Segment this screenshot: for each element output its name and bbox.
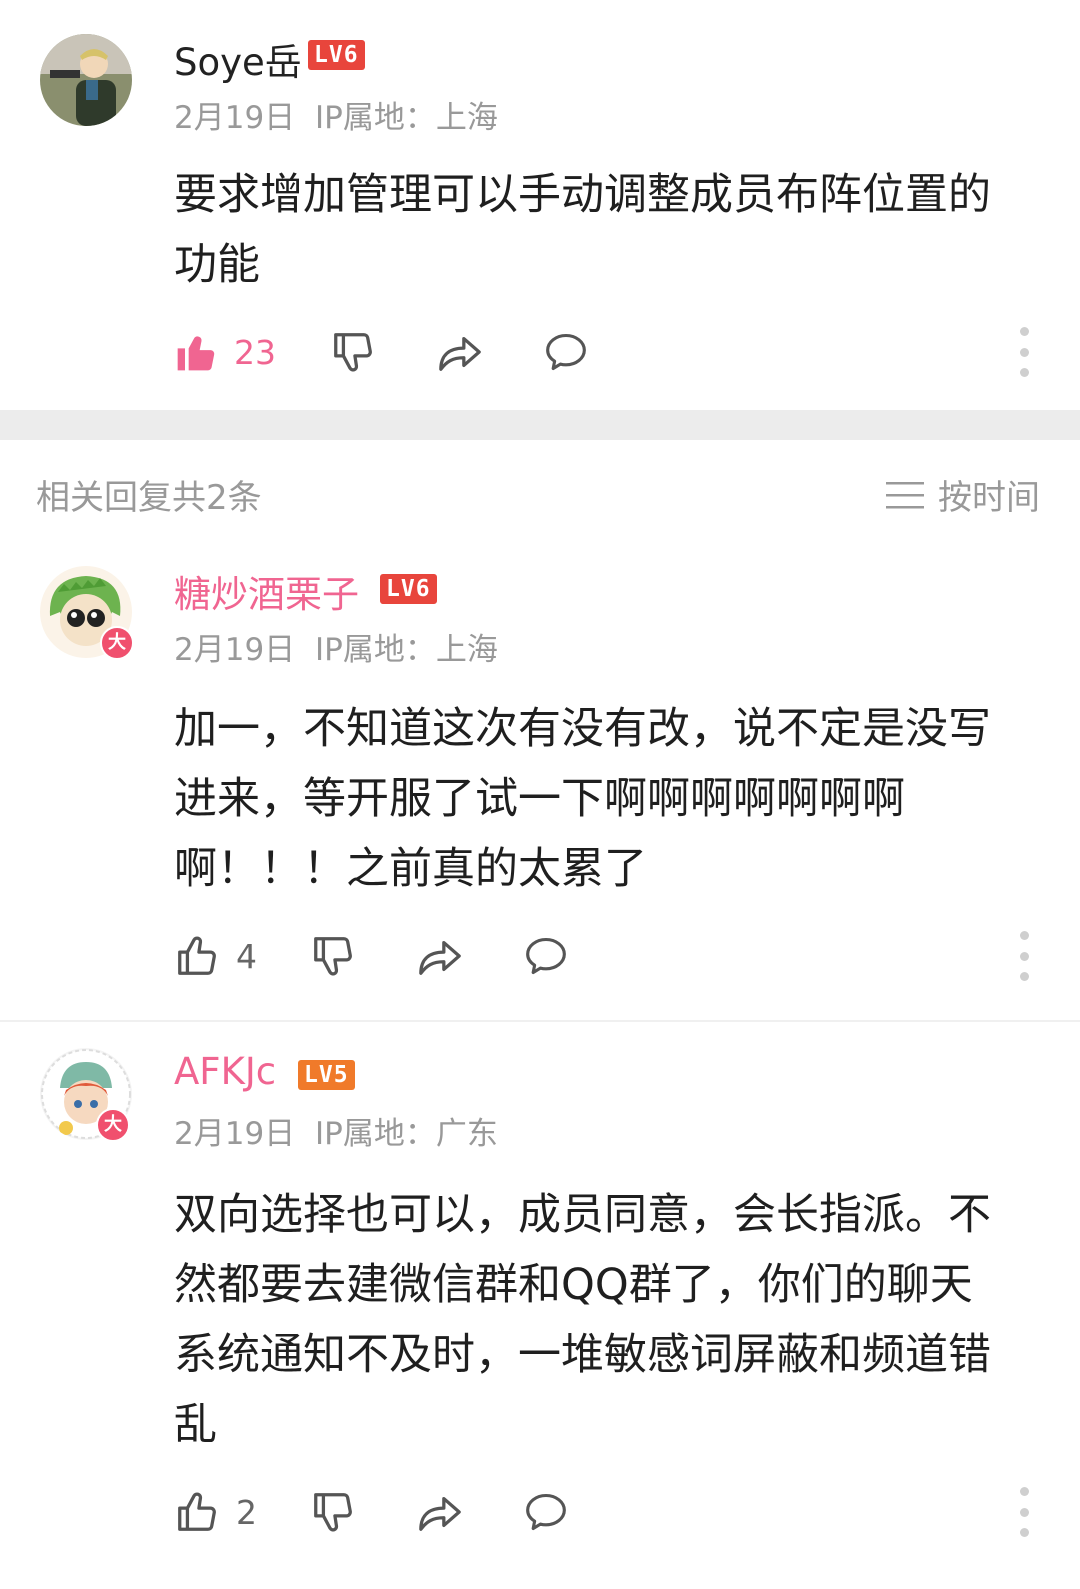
- ip-label: IP属地：: [315, 1116, 436, 1152]
- dislike-button[interactable]: [310, 1482, 356, 1542]
- post-date: 2月19日: [174, 100, 296, 136]
- more-vertical-icon: [1019, 1487, 1029, 1496]
- replies-count: 相关回复共2条: [36, 478, 262, 518]
- post-content: 要求增加管理可以手动调整成员布阵位置的 功能: [174, 160, 1024, 300]
- sort-label: 按时间: [938, 478, 1040, 518]
- reply-content: 加一，不知道这次有没有改，说不定是没写 进来，等开服了试一下啊啊啊啊啊啊啊 啊！…: [174, 694, 1024, 904]
- like-button[interactable]: 4: [174, 926, 257, 986]
- like-button[interactable]: 23: [174, 322, 276, 382]
- level-badge: LV5: [298, 1060, 355, 1090]
- thumbs-up-icon: [177, 336, 215, 371]
- action-bar: 2: [174, 1482, 1034, 1542]
- reply-meta: 2月19日 IP属地：广东: [174, 1108, 498, 1153]
- like-button[interactable]: 2: [174, 1482, 257, 1542]
- username[interactable]: AFKJc: [174, 1050, 276, 1093]
- share-button[interactable]: [416, 926, 464, 986]
- like-count: 2: [236, 1492, 257, 1532]
- ip-location: 广东: [435, 1116, 498, 1152]
- content-line: 乱: [174, 1400, 217, 1450]
- content-line: 进来，等开服了试一下啊啊啊啊啊啊啊: [174, 774, 905, 824]
- reply-date: 2月19日: [174, 632, 296, 668]
- level-badge: LV6: [308, 40, 365, 70]
- dislike-button[interactable]: [310, 926, 356, 986]
- content-line: 双向选择也可以，成员同意，会长指派。不: [174, 1190, 991, 1240]
- post-meta: 2月19日 IP属地：上海: [174, 92, 498, 137]
- more-options-button[interactable]: [1014, 1487, 1034, 1537]
- content-line: 加一，不知道这次有没有改，说不定是没写: [174, 704, 991, 754]
- like-count: 23: [234, 332, 276, 372]
- sort-button[interactable]: 按时间: [886, 470, 1040, 519]
- level-badge: LV6: [380, 574, 437, 604]
- achievement-badge: 大: [100, 626, 134, 660]
- avatar-image: [40, 34, 132, 126]
- dislike-button[interactable]: [330, 322, 376, 382]
- thumbs-up-icon: [178, 1492, 216, 1531]
- content-line: 系统通知不及时，一堆敏感词屏蔽和频道错: [174, 1330, 991, 1380]
- more-options-button[interactable]: [1014, 931, 1034, 981]
- share-button[interactable]: [416, 1482, 464, 1542]
- more-vertical-icon: [1019, 327, 1029, 336]
- avatar[interactable]: [40, 34, 132, 126]
- content-line: 然都要去建微信群和QQ群了，你们的聊天: [174, 1260, 973, 1310]
- content-line: 啊！！！之前真的太累了: [174, 844, 647, 894]
- action-bar: 23: [174, 322, 1034, 382]
- username[interactable]: 糖炒酒栗子: [174, 564, 359, 618]
- reply-date: 2月19日: [174, 1116, 296, 1152]
- thumbs-up-icon: [178, 936, 216, 975]
- more-vertical-icon: [1019, 931, 1029, 940]
- ip-location: 上海: [435, 632, 498, 668]
- comment-button[interactable]: [542, 322, 590, 382]
- reply-meta: 2月19日 IP属地：上海: [174, 624, 498, 669]
- content-line: 要求增加管理可以手动调整成员布阵位置的: [174, 170, 991, 220]
- action-bar: 4: [174, 926, 1034, 986]
- share-button[interactable]: [436, 322, 484, 382]
- comment-button[interactable]: [522, 926, 570, 986]
- ip-label: IP属地：: [315, 632, 436, 668]
- replies-header: 相关回复共2条 按时间: [0, 440, 1080, 540]
- section-divider: [0, 410, 1080, 440]
- share-arrow-icon: [419, 1496, 461, 1531]
- sort-lines-icon: [886, 481, 924, 508]
- ip-label: IP属地：: [315, 100, 436, 136]
- thumbs-down-icon: [314, 937, 352, 976]
- share-arrow-icon: [419, 940, 461, 975]
- content-line: 功能: [174, 240, 260, 290]
- reply-content: 双向选择也可以，成员同意，会长指派。不 然都要去建微信群和QQ群了，你们的聊天 …: [174, 1180, 1024, 1460]
- comment-bubble-icon: [526, 937, 566, 975]
- reply-divider: [0, 1020, 1080, 1022]
- comment-bubble-icon: [546, 333, 586, 371]
- achievement-badge: 大: [96, 1108, 130, 1142]
- thumbs-down-icon: [334, 333, 372, 372]
- ip-location: 上海: [435, 100, 498, 136]
- more-options-button[interactable]: [1014, 327, 1034, 377]
- thumbs-down-icon: [314, 1493, 352, 1532]
- comment-bubble-icon: [526, 1493, 566, 1531]
- username[interactable]: Soye岳: [174, 32, 302, 86]
- share-arrow-icon: [439, 336, 481, 371]
- main-post: Soye岳 LV6 2月19日 IP属地：上海 要求增加管理可以手动调整成员布阵…: [0, 0, 1080, 410]
- like-count: 4: [236, 936, 257, 976]
- comment-button[interactable]: [522, 1482, 570, 1542]
